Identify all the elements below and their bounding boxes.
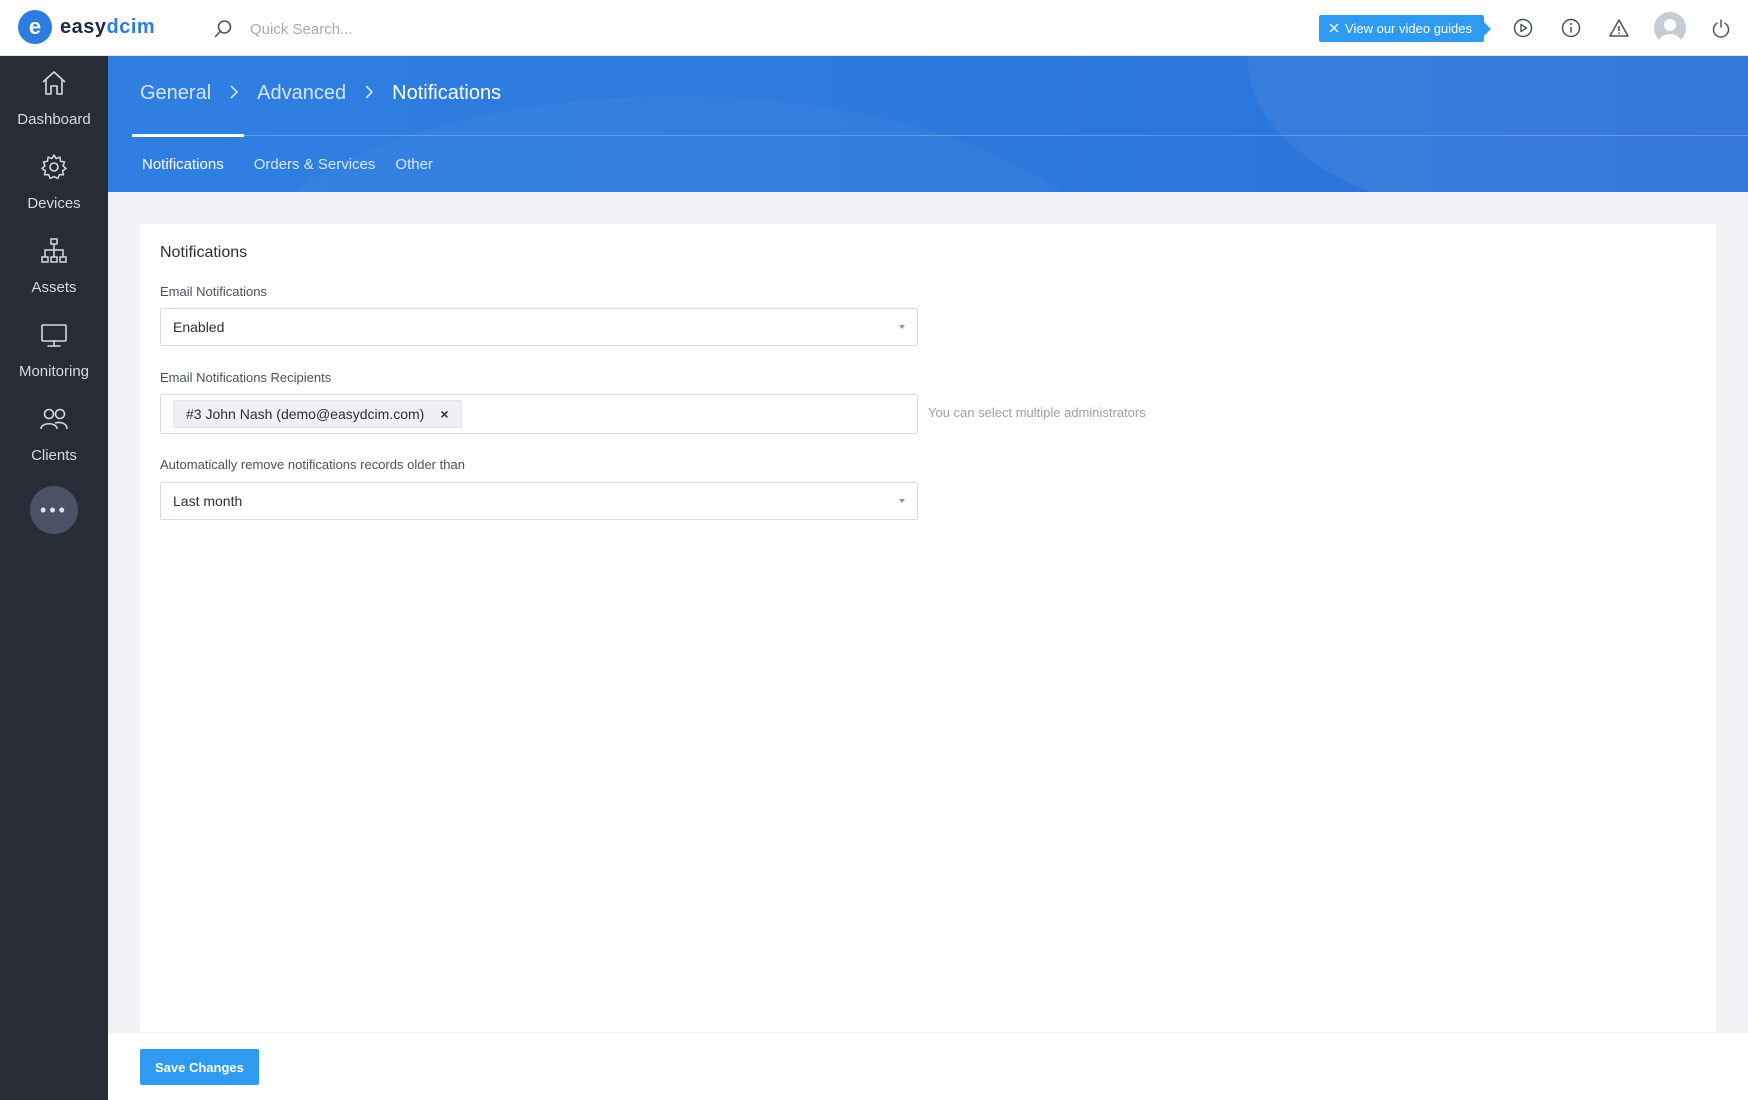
home-icon [39,68,69,103]
video-guides-button[interactable]: View our video guides [1319,14,1491,42]
play-circle-icon[interactable] [1510,15,1536,41]
breadcrumb: General Advanced Notifications [140,82,501,105]
quick-search [210,16,510,42]
page-header: General Advanced Notifications Notificat… [108,56,1748,192]
email-notifications-label: Email Notifications [160,284,267,299]
logo-text-prefix: easy [60,15,107,38]
form-footer: Save Changes [108,1032,1748,1100]
header-decoration [1248,56,1748,192]
sidebar-item-label: Monitoring [18,363,90,380]
sidebar-item-dashboard[interactable]: Dashboard [0,56,108,140]
logo-text-suffix: dcim [106,15,156,38]
recipients-help-text: You can select multiple administrators [928,405,1146,420]
top-bar: e easydcim View our video guides [0,0,1748,56]
close-icon[interactable] [1329,21,1339,36]
users-icon [38,404,70,439]
info-icon[interactable] [1558,15,1584,41]
auto-remove-label: Automatically remove notifications recor… [160,457,465,472]
chevron-right-icon [229,83,239,104]
sidebar-item-label: Clients [31,447,77,464]
video-guides-label: View our video guides [1345,20,1472,36]
app-logo[interactable]: e easydcim [18,10,155,44]
email-notifications-select[interactable]: Enabled [160,308,918,346]
more-icon: ••• [40,499,68,520]
sidebar: Dashboard Devices Assets Monitoring Clie… [0,56,108,1100]
caret-down-icon [899,499,905,503]
power-icon[interactable] [1708,15,1734,41]
sidebar-item-label: Dashboard [17,111,91,128]
monitor-icon [39,320,69,355]
recipients-multiselect[interactable]: #3 John Nash (demo@easydcim.com) × [160,394,918,434]
tab-orders-services[interactable]: Orders & Services [244,136,386,192]
more-menu-button[interactable]: ••• [30,486,78,534]
recipient-tag: #3 John Nash (demo@easydcim.com) × [173,400,462,428]
remove-tag-icon[interactable]: × [440,406,448,422]
breadcrumb-item-general[interactable]: General [140,82,211,105]
recipient-tag-label: #3 John Nash (demo@easydcim.com) [186,406,425,422]
auto-remove-value: Last month [173,493,243,509]
sitemap-icon [39,236,69,271]
logo-text: easydcim [60,16,155,39]
logo-mark: e [18,10,52,44]
tab-notifications[interactable]: Notifications [132,134,244,192]
search-icon[interactable] [210,16,236,42]
tab-bar: Notifications Orders & Services Other [132,134,443,192]
search-input[interactable] [250,20,510,38]
breadcrumb-item-advanced[interactable]: Advanced [257,82,346,105]
caret-down-icon [899,325,905,329]
settings-card: Notifications Email Notifications Enable… [140,224,1716,1032]
tab-other[interactable]: Other [385,136,443,192]
sidebar-item-label: Assets [31,279,77,296]
sidebar-item-monitoring[interactable]: Monitoring [0,308,108,392]
breadcrumb-item-notifications: Notifications [392,82,502,104]
user-avatar[interactable] [1654,12,1686,44]
sidebar-item-label: Devices [27,195,81,212]
gear-icon [39,152,69,187]
sidebar-item-devices[interactable]: Devices [0,140,108,224]
card-title: Notifications [160,244,248,261]
recipients-label: Email Notifications Recipients [160,370,332,385]
top-right-actions: View our video guides [1319,12,1734,44]
sidebar-item-assets[interactable]: Assets [0,224,108,308]
sidebar-item-clients[interactable]: Clients [0,392,108,476]
chevron-right-icon [364,83,374,104]
email-notifications-value: Enabled [173,319,225,335]
auto-remove-select[interactable]: Last month [160,482,918,520]
warning-icon[interactable] [1606,15,1632,41]
save-changes-button[interactable]: Save Changes [140,1049,259,1085]
